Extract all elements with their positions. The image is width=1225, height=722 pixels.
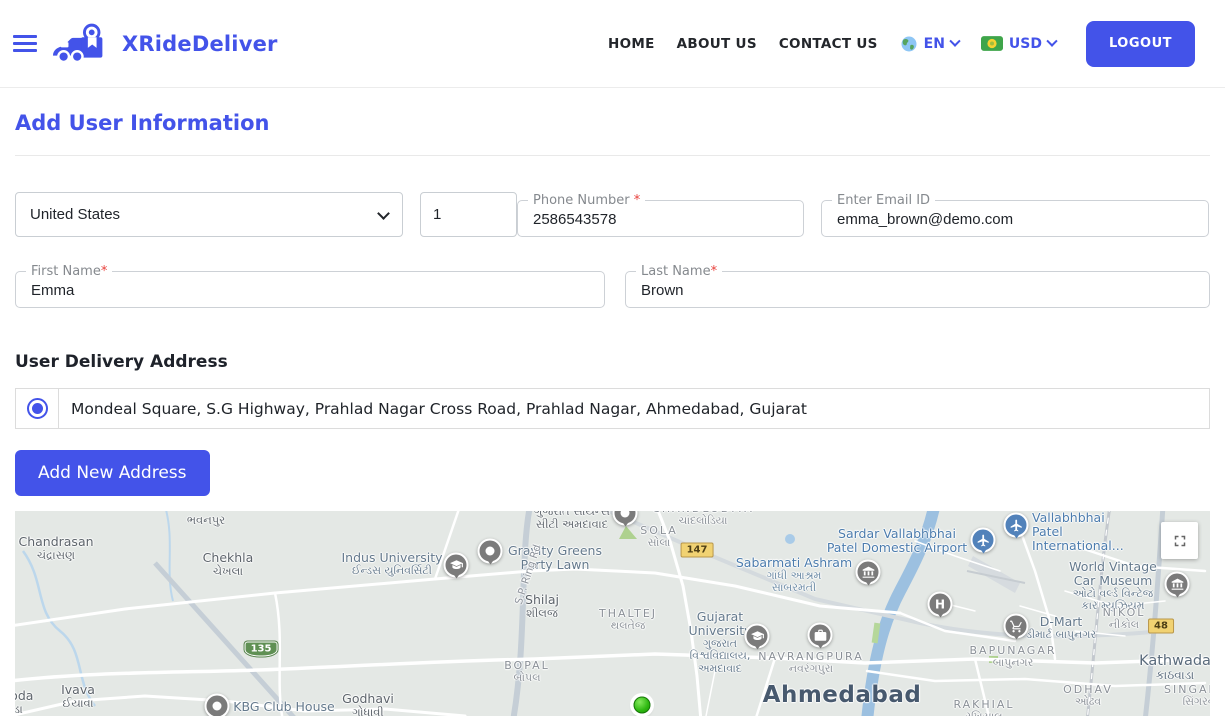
- brand[interactable]: XRideDeliver: [52, 22, 278, 66]
- map-label-bhavanpur: ભવનપુર: [187, 514, 225, 527]
- marker-domestic-airport[interactable]: [971, 528, 996, 553]
- route-badge-48: 48: [1148, 619, 1174, 634]
- country-select[interactable]: United States: [15, 192, 403, 237]
- currency-picker[interactable]: USD: [981, 36, 1056, 52]
- phone-input[interactable]: [518, 208, 789, 229]
- map-label-bapunagar: BAPUNAGARબાપુનગર: [969, 645, 1056, 670]
- brand-logo-icon: [52, 22, 114, 66]
- last-name-label: Last Name*: [636, 264, 722, 279]
- marker-gujarat-university[interactable]: [745, 624, 770, 649]
- map-label-shilaj: Shilajશીલજ: [525, 593, 559, 620]
- currency-flag-icon: [981, 36, 1003, 51]
- divider: [15, 155, 1210, 156]
- globe-icon: [900, 35, 918, 53]
- marker-science-city[interactable]: [613, 511, 638, 526]
- main-content: Add User Information United States Phone…: [0, 111, 1225, 716]
- email-field: Enter Email ID: [821, 193, 1209, 237]
- last-name-field: Last Name*: [625, 264, 1210, 308]
- country-code-input[interactable]: [420, 192, 517, 237]
- address-radio-cell: [16, 389, 58, 428]
- currency-value: USD: [1009, 36, 1042, 52]
- route-badge-147: 147: [681, 543, 714, 558]
- country-select-wrap: United States: [15, 192, 403, 237]
- add-new-address-button[interactable]: Add New Address: [15, 450, 210, 496]
- nav-contact-us[interactable]: CONTACT US: [779, 36, 878, 52]
- main-nav: HOME ABOUT US CONTACT US EN USD LOGOUT: [608, 21, 1195, 67]
- marker-gravity-greens[interactable]: [478, 539, 503, 564]
- map-label-intl-airport: VallabhbhaiPatelInternational...: [1032, 511, 1124, 553]
- logout-button[interactable]: LOGOUT: [1086, 21, 1195, 67]
- map-label-chandrasan: Chandrasanચંદ્રાસણ: [18, 535, 93, 562]
- marker-selected-location[interactable]: [634, 697, 651, 714]
- route-badge-135: 135: [245, 642, 278, 657]
- page-title: Add User Information: [15, 111, 1210, 135]
- map-label-gravity-greens: Gravity GreensParty Lawn: [508, 544, 602, 572]
- map[interactable]: ભવનપુર Chandrasanચંદ્રાસણ Chekhlaચેખલા Indu…: [15, 511, 1210, 716]
- required-asterisk: *: [711, 264, 718, 279]
- marker-hospital[interactable]: H: [928, 592, 953, 617]
- map-label-bopal: BOPALબોપલ: [504, 660, 550, 685]
- name-fields-row: First Name* Last Name*: [15, 264, 1210, 308]
- map-label-chandlodiya: CHANDLODIYAચાંદલોડિયા: [652, 511, 754, 528]
- last-name-input[interactable]: [626, 279, 1180, 300]
- map-label-thaltej: THALTEJથલતેજ: [599, 608, 657, 633]
- chevron-down-icon: [949, 35, 960, 46]
- nav-about-us[interactable]: ABOUT US: [677, 36, 757, 52]
- email-input[interactable]: [822, 208, 1189, 229]
- phone-field: Phone Number *: [517, 193, 804, 237]
- map-label-kbg-club-house: KBG Club House: [233, 700, 334, 714]
- first-name-label: First Name*: [26, 264, 112, 279]
- phone-label: Phone Number *: [528, 193, 645, 208]
- marker-sabarmati-ashram[interactable]: [856, 560, 881, 585]
- map-label-godhavi: Godhaviગોધાવી: [342, 692, 394, 716]
- map-label-kathwada: Kathwadaકાઠવાડા: [1139, 653, 1210, 683]
- contact-fields-row: United States Phone Number * Enter Email…: [15, 192, 1210, 237]
- map-label-rakhial: RAKHIALરખિયાલ: [953, 699, 1014, 716]
- fullscreen-button[interactable]: [1161, 522, 1198, 559]
- map-label-chekhla: Chekhlaચેખલા: [203, 551, 254, 578]
- required-asterisk: *: [634, 193, 641, 208]
- header: XRideDeliver HOME ABOUT US CONTACT US EN…: [0, 0, 1225, 88]
- email-label: Enter Email ID: [832, 193, 935, 208]
- map-label-world-vintage-car-museum: World VintageCar Museumઓટો વર્લ્ડ વિન્ટે…: [1069, 560, 1157, 613]
- map-label-sabarmati-ashram: Sabarmati Ashramગાંધી આશ્રમસાબરમતી: [736, 556, 852, 595]
- address-row: Mondeal Square, S.G Highway, Prahlad Nag…: [15, 388, 1210, 429]
- language-picker[interactable]: EN: [900, 35, 959, 53]
- map-label-singarva: SINGARVAસિંગરવા: [1164, 684, 1210, 709]
- map-label-dmart: D-Martડીમાર્ટ બાપુનગર: [1026, 615, 1096, 641]
- marker-intl-airport[interactable]: [1004, 513, 1029, 538]
- fullscreen-icon: [1171, 532, 1189, 550]
- map-label-ghoda: Ghodaઘોડા: [15, 689, 33, 716]
- map-overlay: ભવનપુર Chandrasanચંદ્રાસણ Chekhlaચેખલા Indu…: [15, 511, 1210, 716]
- language-value: EN: [924, 36, 945, 52]
- marker-poi[interactable]: [808, 623, 833, 648]
- map-label-ahmedabad: Ahmedabad: [763, 683, 922, 709]
- address-radio[interactable]: [27, 398, 48, 419]
- marker-indus-university[interactable]: [444, 553, 469, 578]
- map-label-odhav: ODHAVઓઢવ: [1063, 684, 1113, 709]
- menu-icon[interactable]: [8, 26, 42, 61]
- brand-name: XRideDeliver: [122, 32, 278, 56]
- map-label-science-city: ગુજરાત સાયન્સસીટી અમદાવાદ: [534, 511, 610, 531]
- map-label-domestic-airport: Sardar VallabhbhaiPatel Domestic Airport: [827, 527, 967, 555]
- map-label-navrangpura: NAVRANGPURAનવરંગપુરા: [758, 651, 863, 676]
- marker-world-vintage-car-museum[interactable]: [1165, 572, 1190, 597]
- marker-dmart[interactable]: [1004, 614, 1029, 639]
- first-name-field: First Name*: [15, 264, 605, 308]
- map-label-sola: SOLAસોલા: [640, 525, 678, 550]
- map-label-ivava: Ivavaઈયાવા: [61, 683, 95, 710]
- address-text: Mondeal Square, S.G Highway, Prahlad Nag…: [59, 389, 807, 428]
- delivery-address-heading: User Delivery Address: [15, 352, 1210, 372]
- first-name-input[interactable]: [16, 279, 575, 300]
- marker-kbg-club-house[interactable]: [205, 694, 230, 717]
- map-label-indus-university: Indus Universityઈન્ડસ યુનિવર્સિટી: [341, 551, 442, 577]
- map-label-nikol: NIKOLનીકોલ: [1103, 607, 1146, 632]
- chevron-down-icon: [1046, 35, 1057, 46]
- required-asterisk: *: [101, 264, 108, 279]
- nav-home[interactable]: HOME: [608, 36, 655, 52]
- map-label-gujarat-university: GujaratUniversityગુજરાતવિશ્વવિદ્યાલય,અમદ…: [688, 610, 751, 675]
